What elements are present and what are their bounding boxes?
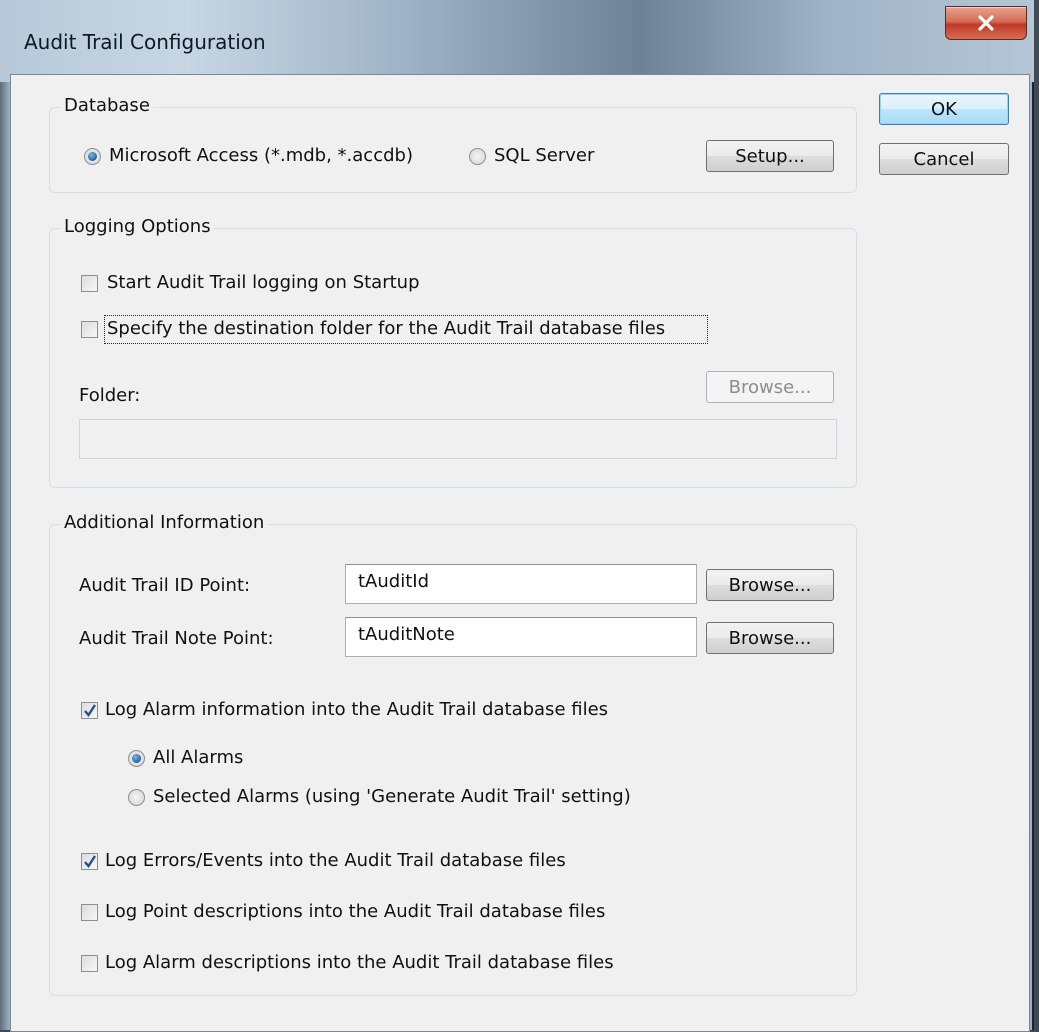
window-title: Audit Trail Configuration [24,30,266,54]
folder-browse-button[interactable]: Browse... [706,371,834,403]
cancel-button[interactable]: Cancel [879,143,1009,175]
note-point-browse-button[interactable]: Browse... [706,622,834,654]
database-group-title: Database [61,95,153,116]
specify-folder-checkbox[interactable] [81,321,98,338]
checkmark-icon [84,855,97,868]
setup-button[interactable]: Setup... [706,140,834,172]
dialog-client-area: OK Cancel Database Microsoft Access (*.m… [10,74,1030,1032]
log-errors-checkbox[interactable] [81,853,98,870]
audit-trail-note-point-label: Audit Trail Note Point: [79,628,274,649]
all-alarms-label[interactable]: All Alarms [153,747,243,768]
log-alarm-descriptions-label[interactable]: Log Alarm descriptions into the Audit Tr… [105,952,614,973]
specify-folder-label[interactable]: Specify the destination folder for the A… [107,318,665,339]
folder-label: Folder: [79,385,141,406]
logging-options-group-title: Logging Options [61,216,214,237]
title-bar[interactable]: Audit Trail Configuration [0,0,1034,82]
selected-alarms-label[interactable]: Selected Alarms (using 'Generate Audit T… [153,786,631,807]
checkmark-icon [84,704,97,717]
id-point-browse-button[interactable]: Browse... [706,569,834,601]
sql-server-radio[interactable] [469,148,486,165]
log-point-descriptions-label[interactable]: Log Point descriptions into the Audit Tr… [105,901,605,922]
start-on-startup-label[interactable]: Start Audit Trail logging on Startup [107,272,420,293]
folder-input[interactable] [79,419,837,459]
additional-information-group-title: Additional Information [61,512,268,533]
selected-alarms-radio[interactable] [128,789,145,806]
microsoft-access-radio[interactable] [84,148,101,165]
close-icon [978,15,994,31]
audit-trail-id-point-label: Audit Trail ID Point: [79,575,251,596]
sql-server-label[interactable]: SQL Server [494,145,594,166]
audit-trail-id-point-input[interactable]: tAuditId [345,564,697,604]
log-point-descriptions-checkbox[interactable] [81,904,98,921]
audit-trail-note-point-input[interactable]: tAuditNote [345,617,697,657]
microsoft-access-label[interactable]: Microsoft Access (*.mdb, *.accdb) [109,145,413,166]
all-alarms-radio[interactable] [128,750,145,767]
log-alarm-label[interactable]: Log Alarm information into the Audit Tra… [105,699,608,720]
close-button[interactable] [945,6,1027,40]
dialog-window: Audit Trail Configuration OK Cancel Data… [0,0,1034,1032]
window-frame-left [0,0,10,1030]
start-on-startup-checkbox[interactable] [81,275,98,292]
log-alarm-checkbox[interactable] [81,702,98,719]
log-alarm-descriptions-checkbox[interactable] [81,955,98,972]
ok-button[interactable]: OK [879,93,1009,125]
log-errors-label[interactable]: Log Errors/Events into the Audit Trail d… [105,850,566,871]
